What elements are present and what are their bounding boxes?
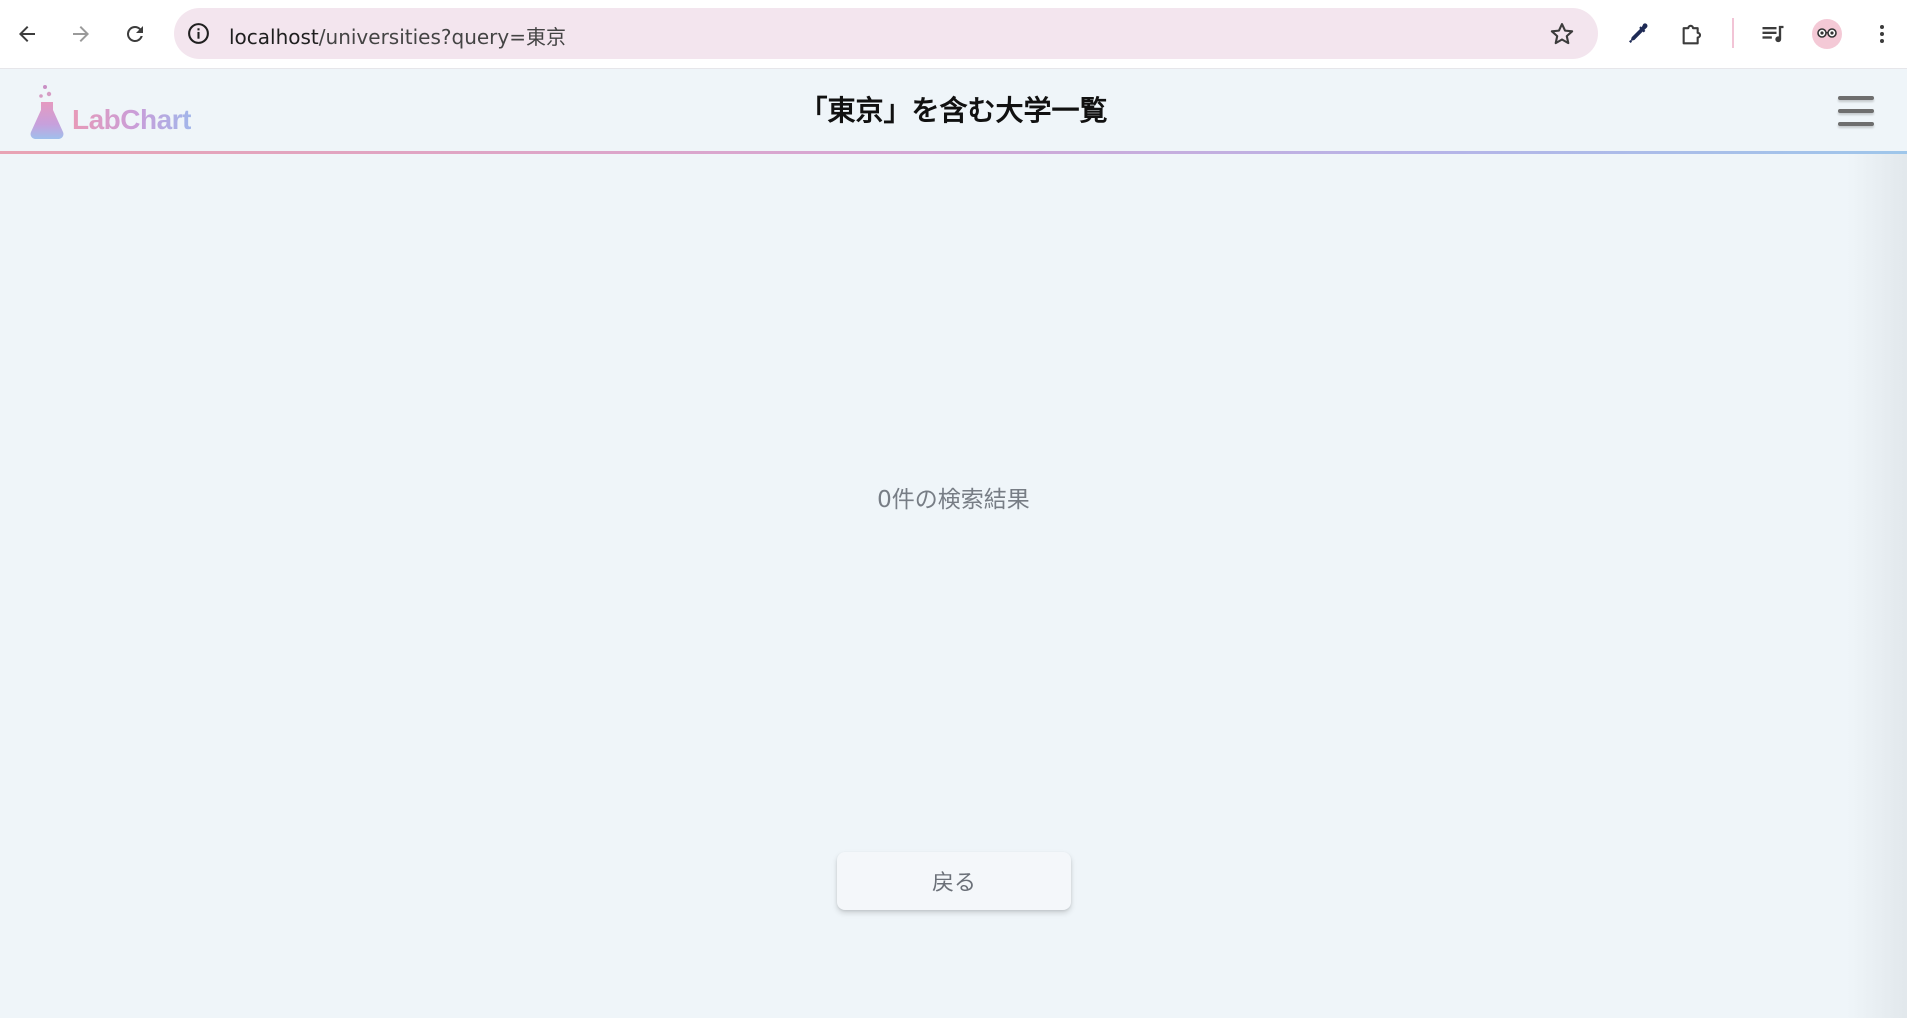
reload-button[interactable] <box>115 14 155 54</box>
profile-button[interactable] <box>1809 16 1845 52</box>
arrow-right-icon <box>73 26 89 42</box>
address-bar-url[interactable]: localhost/universities?query=東京 <box>229 21 566 50</box>
playlist-icon <box>1762 25 1784 43</box>
hamburger-menu-icon-bar <box>1838 122 1874 126</box>
search-result-count: 0件の検索結果 <box>877 487 1030 513</box>
extensions-button[interactable] <box>1675 16 1711 52</box>
forward-button[interactable] <box>61 14 101 54</box>
url-host: localhost <box>229 25 319 49</box>
more-vertical-icon <box>1880 25 1884 43</box>
header-divider <box>0 151 1907 154</box>
edge-shadow <box>1847 154 1907 1018</box>
puzzle-icon <box>1682 24 1702 45</box>
hamburger-menu-icon-bar <box>1838 96 1874 100</box>
reload-icon <box>126 25 143 42</box>
address-bar[interactable]: localhost/universities?query=東京 <box>174 8 1598 59</box>
back-button[interactable] <box>7 14 47 54</box>
hamburger-menu-button[interactable] <box>1836 94 1876 128</box>
eyedropper-button[interactable] <box>1620 16 1656 52</box>
info-icon[interactable] <box>186 21 211 46</box>
eyedropper-icon <box>1629 23 1648 43</box>
hamburger-menu-icon-bar <box>1838 109 1874 113</box>
back-link-button[interactable]: 戻る <box>837 852 1071 910</box>
arrow-left-icon <box>19 26 35 42</box>
browser-toolbar: localhost/universities?query=東京 <box>0 0 1907 69</box>
toolbar-divider <box>1732 18 1734 48</box>
media-controls-button[interactable] <box>1755 16 1791 52</box>
star-icon[interactable] <box>1548 20 1576 48</box>
profile-avatar-icon <box>1812 19 1842 49</box>
url-path: /universities?query=東京 <box>318 25 566 49</box>
page-title: 「東京」を含む大学一覧 <box>799 94 1108 127</box>
browser-menu-button[interactable] <box>1864 16 1900 52</box>
